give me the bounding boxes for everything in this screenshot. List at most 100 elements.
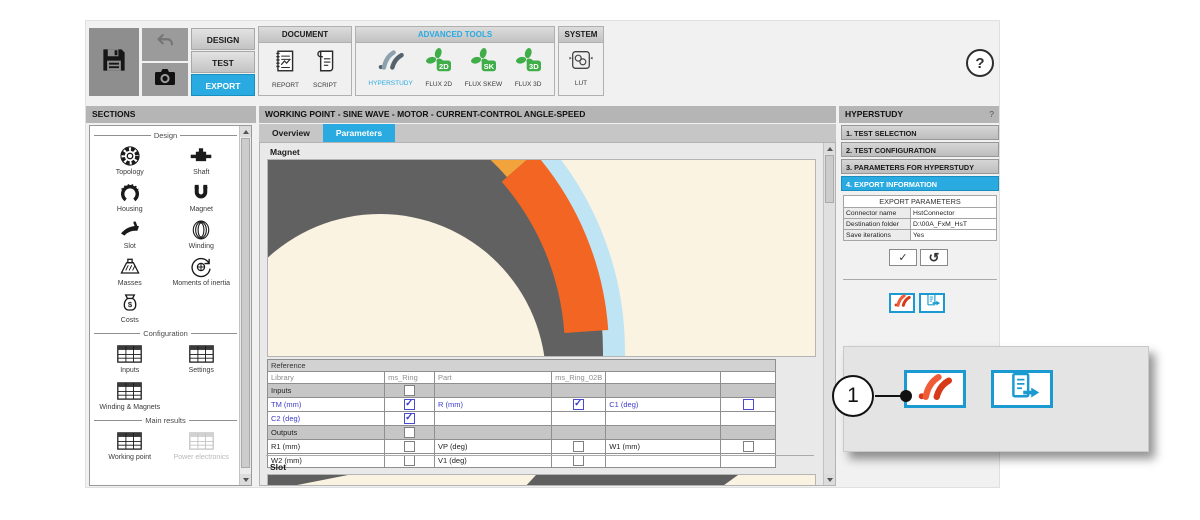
sidebar-item-settings[interactable]: Settings	[166, 342, 238, 374]
param-w1[interactable]: W1 (mm)	[605, 439, 722, 454]
fluxskew-button[interactable]: SK FLUX SKEW	[464, 48, 503, 88]
svg-text:$: $	[128, 300, 133, 309]
magnet-icon	[189, 181, 213, 205]
export-connector-files-button[interactable]	[919, 293, 945, 313]
c2-checkbox[interactable]	[404, 413, 416, 424]
report-button[interactable]: REPORT	[272, 48, 299, 89]
save-iterations-value[interactable]: Yes	[910, 229, 997, 241]
save-button[interactable]	[89, 28, 139, 96]
v1-checkbox[interactable]	[573, 455, 585, 466]
tab-parameters[interactable]: Parameters	[322, 124, 396, 142]
export-connector-files-button-zoomed[interactable]	[991, 370, 1053, 408]
flux3d-icon: 3D	[515, 48, 542, 78]
sidebar-item-costs[interactable]: $ Costs	[94, 292, 166, 324]
sidebar-item-winding-magnets[interactable]: Winding & Magnets	[94, 379, 166, 411]
sidebar-item-working-point[interactable]: Working point	[94, 429, 166, 461]
validate-button[interactable]: ✓	[889, 249, 917, 266]
step-parameters-for-hyperstudy[interactable]: 3. PARAMETERS FOR HYPERSTUDY	[841, 159, 999, 174]
group-design-separator: Design	[94, 129, 238, 142]
tab-design[interactable]: DESIGN	[191, 28, 255, 50]
sections-scrollbar[interactable]	[239, 126, 251, 485]
param-r1[interactable]: R1 (mm)	[266, 439, 386, 454]
toolbar: DESIGN TEST EXPORT DOCUMENT REPORT SCRIP…	[86, 21, 999, 106]
sidebar-item-housing[interactable]: Housing	[94, 181, 166, 213]
tab-export[interactable]: EXPORT	[191, 74, 255, 96]
script-button[interactable]: SCRIPT	[312, 48, 338, 89]
scroll-thumb[interactable]	[241, 138, 250, 468]
reset-button[interactable]: ↺	[920, 249, 948, 266]
flux2d-label: FLUX 2D	[425, 81, 453, 88]
main-scroll-up-icon[interactable]	[824, 143, 835, 154]
lut-button[interactable]: LUT	[568, 48, 594, 87]
export-parameters-table: EXPORT PARAMETERS Connector name HstConn…	[843, 195, 997, 241]
callout-inset: 1	[832, 346, 1149, 452]
export-to-hyperstudy-button[interactable]	[889, 293, 915, 313]
group-advanced-tools-title: ADVANCED TOOLS	[356, 27, 554, 43]
slot-geometry-figure	[267, 474, 816, 485]
winding-icon	[189, 218, 213, 242]
sidebar-item-inputs[interactable]: Inputs	[94, 342, 166, 374]
param-vp[interactable]: VP (deg)	[433, 439, 553, 454]
connector-name-value[interactable]: HstConnector	[910, 207, 997, 219]
slot-icon	[118, 218, 142, 242]
fluxskew-label: FLUX SKEW	[464, 81, 503, 88]
param-c1[interactable]: C1 (deg)	[605, 397, 722, 412]
sidebar-item-winding[interactable]: Winding	[166, 218, 238, 250]
group-main-results-label: Main results	[145, 416, 186, 425]
main-scroll-thumb[interactable]	[825, 155, 834, 203]
scroll-down-icon[interactable]	[240, 474, 251, 485]
moments-of-inertia-label: Moments of inertia	[172, 280, 231, 287]
hyperstudy-help-icon[interactable]: ?	[989, 106, 994, 123]
flux2d-button[interactable]: 2D FLUX 2D	[425, 48, 452, 88]
scroll-up-icon[interactable]	[240, 126, 251, 137]
winding-label: Winding	[188, 243, 214, 250]
inputs-label: Inputs	[120, 367, 140, 374]
param-tm[interactable]: TM (mm)	[266, 397, 386, 412]
main-scroll-down-icon[interactable]	[824, 474, 835, 485]
settings-label: Settings	[188, 367, 214, 374]
help-button[interactable]: ?	[966, 49, 994, 77]
library-ref1-cell: ms_Ring	[384, 371, 435, 384]
inputs-group-checkbox[interactable]	[404, 385, 416, 396]
script-label: SCRIPT	[313, 82, 337, 89]
r-checkbox[interactable]	[573, 399, 585, 410]
step-test-configuration[interactable]: 2. TEST CONFIGURATION	[841, 142, 999, 157]
panel-divider	[843, 279, 997, 280]
group-system-title: SYSTEM	[559, 27, 603, 43]
undo-button[interactable]	[142, 28, 188, 61]
destination-folder-value[interactable]: D:\00A_FxM_HsT	[910, 218, 997, 230]
w2-checkbox[interactable]	[404, 455, 416, 466]
sidebar-item-masses[interactable]: Masses	[94, 255, 166, 287]
sidebar-item-topology[interactable]: Topology	[94, 144, 166, 176]
tm-checkbox[interactable]	[404, 399, 416, 410]
flux3d-button[interactable]: 3D FLUX 3D	[515, 48, 542, 88]
step-export-information[interactable]: 4. EXPORT INFORMATION	[841, 176, 999, 191]
c1-checkbox[interactable]	[742, 399, 754, 410]
vp-checkbox[interactable]	[573, 441, 585, 452]
table-row-r1: R1 (mm) VP (deg) W1 (mm)	[266, 439, 776, 454]
r1-checkbox[interactable]	[404, 441, 416, 452]
help-question-glyph: ?	[975, 54, 985, 72]
svg-text:SK: SK	[483, 62, 494, 71]
param-r[interactable]: R (mm)	[433, 397, 553, 412]
sidebar-item-slot[interactable]: Slot	[94, 218, 166, 250]
export-param-row: Connector name HstConnector	[843, 207, 997, 219]
tab-test[interactable]: TEST	[191, 51, 255, 73]
step-test-selection[interactable]: 1. TEST SELECTION	[841, 125, 999, 140]
sidebar-item-magnet[interactable]: Magnet	[166, 181, 238, 213]
tab-overview[interactable]: Overview	[259, 124, 323, 142]
save-iterations-label: Save iterations	[843, 229, 911, 241]
table-row-inputs: Inputs	[266, 383, 776, 398]
main-scrollbar[interactable]	[823, 143, 835, 485]
sidebar-item-moments-of-inertia[interactable]: Moments of inertia	[166, 255, 238, 287]
export-to-hyperstudy-button-zoomed[interactable]	[904, 370, 966, 408]
hyperstudy-logo-red-icon-large	[915, 372, 955, 407]
library-cell: Library	[266, 371, 386, 384]
sidebar-item-shaft[interactable]: Shaft	[166, 144, 238, 176]
camera-button[interactable]	[142, 63, 188, 96]
report-label: REPORT	[272, 82, 299, 89]
outputs-group-checkbox[interactable]	[404, 427, 416, 438]
w1-checkbox[interactable]	[742, 441, 754, 452]
param-c2[interactable]: C2 (deg)	[266, 411, 386, 426]
hyperstudy-button[interactable]: HYPERSTUDY	[368, 48, 413, 87]
